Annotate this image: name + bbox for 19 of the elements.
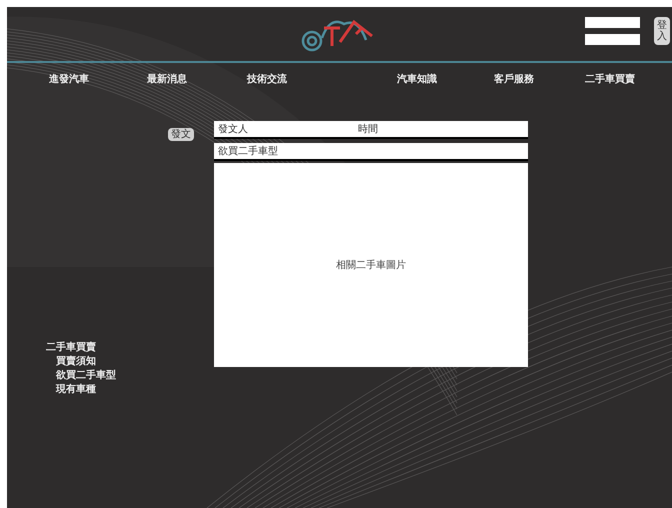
nav-link[interactable]: 客戶服務 [494,72,585,86]
login-button[interactable]: 登入 [654,17,670,45]
table-row[interactable]: 欲買二手車型 [214,143,528,161]
password-field[interactable] [585,34,640,45]
table-cell-text: 欲買二手車型 [218,144,279,158]
nav-link[interactable]: 二手車買賣 [585,72,665,86]
sidebar-item[interactable]: 買賣須知 [46,355,214,368]
column-header: 發文人 [218,122,249,136]
sidebar-item[interactable]: 現有車種 [46,383,214,396]
nav-link[interactable]: 進發汽車 [49,72,147,86]
nav-link[interactable]: 技術交流 [247,72,397,86]
nav-link[interactable]: 最新消息 [147,72,247,86]
username-field[interactable] [585,17,640,28]
post-button[interactable]: 發文 [168,128,194,141]
column-header: 時間 [358,122,379,136]
image-caption: 相關二手車圖片 [336,258,406,272]
sidebar-item[interactable]: 二手車買賣 [46,341,214,354]
sidebar-item[interactable]: 欲買二手車型 [46,369,214,382]
nav-link[interactable]: 汽車知識 [397,72,494,86]
